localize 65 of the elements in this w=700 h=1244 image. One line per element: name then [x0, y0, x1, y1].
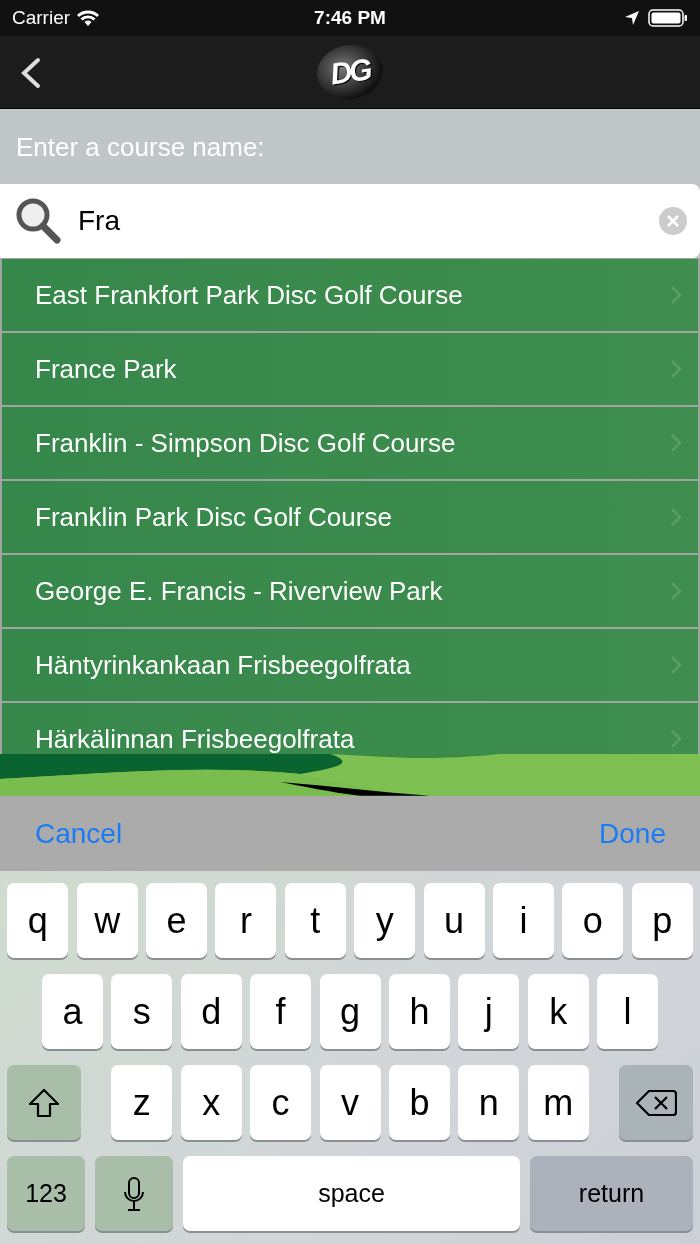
letter-key[interactable]: t [284, 883, 346, 958]
shift-arrow-icon [26, 1086, 61, 1119]
letter-key[interactable]: r [215, 883, 277, 958]
delete-key[interactable] [619, 1065, 693, 1140]
letter-key[interactable]: p [631, 883, 693, 958]
course-name: East Frankfort Park Disc Golf Course [35, 282, 463, 308]
letter-key[interactable]: i [492, 883, 554, 958]
letter-key[interactable]: h [388, 974, 450, 1049]
chevron-icon [670, 285, 682, 305]
letter-key[interactable]: w [76, 883, 138, 958]
letter-key[interactable]: e [146, 883, 207, 958]
letter-key[interactable]: j [458, 974, 520, 1049]
letter-key[interactable]: z [111, 1065, 173, 1140]
letter-key[interactable]: s [111, 974, 173, 1049]
clock-time: 7:46 PM [313, 7, 387, 29]
course-name: George E. Francis - Riverview Park [35, 578, 443, 604]
course-name: France Park [35, 356, 177, 382]
letter-key[interactable]: k [527, 974, 589, 1049]
course-row[interactable]: Härkälinnan Frisbeegolfrata [2, 703, 698, 755]
magnifier-icon [14, 196, 62, 246]
chevron-icon [670, 359, 682, 379]
shift-key[interactable] [7, 1065, 81, 1140]
microphone-key[interactable] [95, 1156, 173, 1231]
letter-key[interactable]: d [180, 974, 242, 1049]
letter-key[interactable]: f [250, 974, 312, 1049]
letter-key[interactable]: x [180, 1065, 242, 1140]
course-name: Häntyrinkankaan Frisbeegolfrata [35, 652, 411, 678]
chevron-icon [670, 655, 682, 675]
course-row[interactable]: George E. Francis - Riverview Park [2, 555, 698, 627]
carrier-label: Carrier [12, 7, 71, 29]
backspace-icon [635, 1087, 678, 1118]
letter-key[interactable]: o [562, 883, 624, 958]
course-name: Franklin Park Disc Golf Course [35, 504, 392, 530]
course-row[interactable]: East Frankfort Park Disc Golf Course [2, 259, 698, 331]
search-prompt: Enter a course name: [15, 131, 266, 164]
course-row[interactable]: Häntyrinkankaan Frisbeegolfrata [2, 629, 698, 701]
course-row[interactable]: France Park [2, 333, 698, 405]
letter-key[interactable]: c [250, 1065, 312, 1140]
chevron-icon [670, 581, 682, 601]
chevron-icon [670, 507, 682, 527]
letter-key[interactable]: y [354, 883, 416, 958]
chevron-icon [670, 433, 682, 453]
letter-key[interactable]: u [423, 883, 485, 958]
letter-key[interactable]: q [7, 883, 69, 958]
location-arrow-icon [624, 10, 640, 26]
numbers-key[interactable]: 123 [7, 1156, 85, 1231]
battery-icon [648, 8, 688, 28]
search-bar[interactable]: Fra [0, 184, 700, 258]
chevron-icon [670, 729, 682, 749]
letter-key[interactable]: m [527, 1065, 589, 1140]
space-key[interactable]: space [183, 1156, 520, 1231]
wifi-icon [76, 9, 101, 27]
letter-key[interactable]: v [319, 1065, 381, 1140]
letter-key[interactable]: b [388, 1065, 450, 1140]
course-name: Härkälinnan Frisbeegolfrata [35, 726, 355, 752]
letter-key[interactable]: n [458, 1065, 520, 1140]
letter-key[interactable]: l [597, 974, 659, 1049]
course-name: Franklin - Simpson Disc Golf Course [35, 430, 456, 456]
course-row[interactable]: Franklin - Simpson Disc Golf Course [2, 407, 698, 479]
search-field[interactable]: Fra [78, 205, 642, 237]
return-key[interactable]: return [530, 1156, 693, 1231]
letter-key[interactable]: g [319, 974, 381, 1049]
course-row[interactable]: Franklin Park Disc Golf Course [2, 481, 698, 553]
microphone-icon [123, 1175, 145, 1212]
letter-key[interactable]: a [41, 974, 103, 1049]
